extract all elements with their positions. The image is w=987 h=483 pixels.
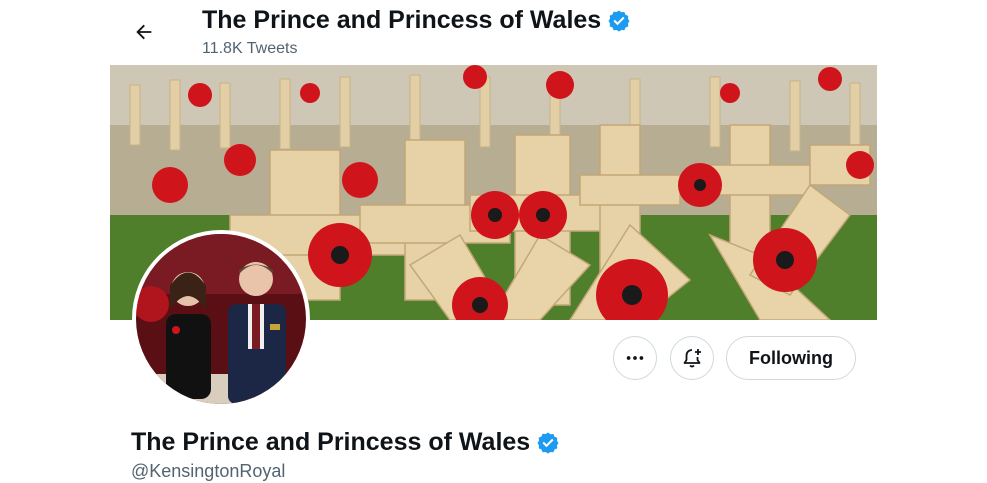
verified-badge-icon <box>608 10 630 31</box>
avatar-photo <box>136 234 306 404</box>
profile-name-row: The Prince and Princess of Wales <box>131 428 560 457</box>
back-button[interactable] <box>126 14 162 50</box>
profile-handle: @KensingtonRoyal <box>131 461 286 481</box>
tweet-count: 11.8K Tweets <box>202 40 298 57</box>
header-title-row: The Prince and Princess of Wales <box>202 6 631 35</box>
verified-badge-icon <box>537 432 559 453</box>
arrow-left-icon <box>136 24 152 40</box>
following-button[interactable]: Following <box>726 336 856 380</box>
profile-avatar[interactable] <box>132 230 310 408</box>
bell-plus-icon <box>683 349 701 368</box>
ellipsis-icon <box>626 356 644 360</box>
top-bar: The Prince and Princess of Wales 11.8K T… <box>0 0 987 64</box>
display-name: The Prince and Princess of Wales <box>131 428 531 456</box>
notifications-button[interactable] <box>670 336 714 380</box>
header-title: The Prince and Princess of Wales <box>202 6 602 34</box>
more-options-button[interactable] <box>613 336 657 380</box>
